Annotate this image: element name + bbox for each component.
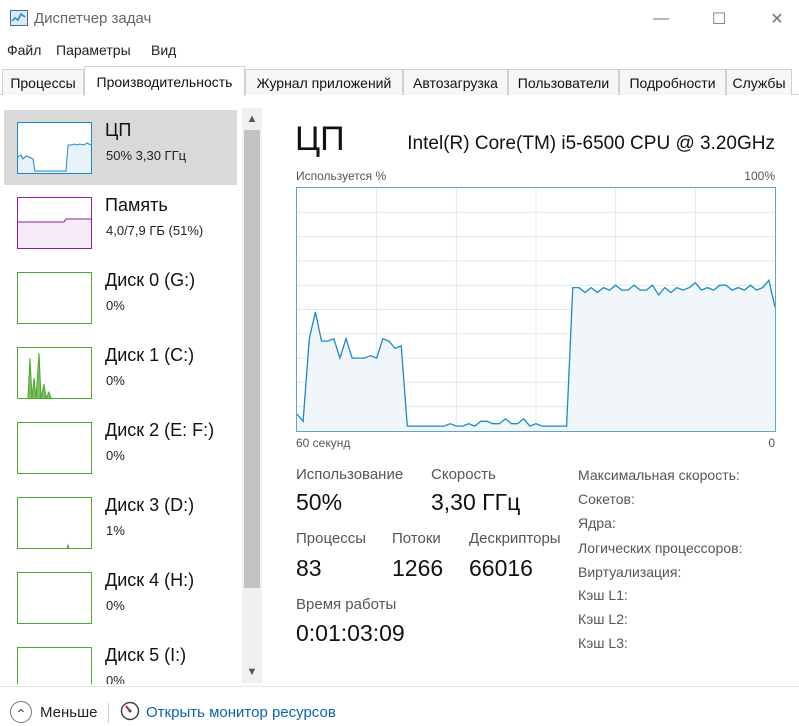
maximize-button[interactable]: ☐ bbox=[689, 0, 749, 38]
sidebar-subtitle-disk2: 0% bbox=[106, 448, 125, 463]
tab-details[interactable]: Подробности bbox=[619, 69, 726, 95]
disk0-mini-graph bbox=[17, 272, 92, 324]
close-button[interactable]: ✕ bbox=[747, 0, 799, 38]
sidebar-title-memory: Память bbox=[105, 195, 168, 215]
disk4-mini-graph bbox=[17, 572, 92, 624]
threads-label: Потоки bbox=[392, 530, 441, 547]
tab-performance[interactable]: Производительность bbox=[84, 66, 245, 96]
spec-logical-processors: Логических процессоров: bbox=[578, 540, 743, 556]
disk1-mini-graph bbox=[17, 347, 92, 400]
sidebar-title-disk0: Диск 0 (G:) bbox=[105, 270, 196, 290]
sidebar-item-disk2[interactable]: Диск 2 (E: F:) 0% bbox=[4, 410, 237, 485]
speed-label: Скорость bbox=[431, 466, 496, 483]
chevron-up-icon: ⌃ bbox=[15, 706, 27, 722]
graph-label: Используется % bbox=[296, 169, 387, 183]
tab-users[interactable]: Пользователи bbox=[508, 69, 619, 95]
sidebar-title-disk1: Диск 1 (C:) bbox=[105, 345, 195, 365]
sidebar-title-disk2: Диск 2 (E: F:) bbox=[105, 420, 215, 440]
disk5-mini-graph bbox=[17, 647, 92, 684]
sidebar-subtitle-disk3: 1% bbox=[106, 523, 125, 538]
fewer-details-icon[interactable]: ⌃ bbox=[10, 701, 32, 723]
scroll-down-arrow-icon[interactable]: ▼ bbox=[242, 661, 262, 683]
tab-processes[interactable]: Процессы bbox=[2, 69, 84, 95]
sidebar-subtitle-memory: 4,0/7,9 ГБ (51%) bbox=[106, 223, 204, 238]
open-resource-monitor-link[interactable]: Открыть монитор ресурсов bbox=[146, 704, 336, 721]
sidebar-subtitle-disk5: 0% bbox=[106, 673, 125, 684]
graph-max-label: 100% bbox=[744, 169, 775, 183]
sidebar-item-disk5[interactable]: Диск 5 (I:) 0% bbox=[4, 635, 237, 684]
graph-axis-right: 0 bbox=[768, 436, 775, 450]
sidebar-title-disk3: Диск 3 (D:) bbox=[105, 495, 195, 515]
menu-view[interactable]: Вид bbox=[151, 42, 176, 58]
resource-list: ЦП 50% 3,30 ГГц Память 4,0/7,9 ГБ (51%) … bbox=[0, 96, 264, 684]
cpu-usage-chart bbox=[296, 188, 776, 431]
page-title: ЦП bbox=[295, 120, 345, 158]
usage-value: 50% bbox=[296, 489, 343, 515]
sidebar-title-disk4: Диск 4 (H:) bbox=[105, 570, 195, 590]
cpu-model-name: Intel(R) Core(TM) i5-6500 CPU @ 3.20GHz bbox=[407, 133, 775, 154]
speed-value: 3,30 ГГц bbox=[431, 489, 521, 515]
sidebar-scrollbar[interactable]: ▲ ▼ bbox=[242, 108, 262, 683]
footer-divider bbox=[108, 703, 109, 723]
spec-l1-cache: Кэш L1: bbox=[578, 587, 628, 603]
spec-cores: Ядра: bbox=[578, 515, 616, 531]
sidebar-item-disk3[interactable]: Диск 3 (D:) 1% bbox=[4, 485, 237, 560]
tab-strip: Процессы Производительность Журнал прило… bbox=[0, 66, 799, 96]
sidebar-subtitle-cpu: 50% 3,30 ГГц bbox=[106, 148, 187, 163]
cpu-usage-graph bbox=[296, 187, 776, 432]
sidebar-title-disk5: Диск 5 (I:) bbox=[105, 645, 187, 665]
footer-bar: ⌃ Меньше Открыть монитор ресурсов bbox=[0, 686, 799, 726]
scroll-thumb[interactable] bbox=[244, 130, 260, 588]
fewer-details-button[interactable]: Меньше bbox=[40, 704, 97, 721]
resource-monitor-icon bbox=[120, 701, 140, 721]
tab-startup[interactable]: Автозагрузка bbox=[403, 69, 508, 95]
handles-value: 66016 bbox=[469, 555, 533, 581]
task-manager-icon bbox=[10, 10, 28, 26]
menu-file[interactable]: Файл bbox=[7, 42, 41, 58]
menu-options[interactable]: Параметры bbox=[56, 42, 131, 58]
uptime-label: Время работы bbox=[296, 596, 397, 613]
spec-l2-cache: Кэш L2: bbox=[578, 611, 628, 627]
spec-sockets: Сокетов: bbox=[578, 491, 635, 507]
scroll-up-arrow-icon[interactable]: ▲ bbox=[242, 108, 262, 130]
cpu-mini-graph bbox=[17, 122, 92, 174]
disk3-mini-graph bbox=[17, 497, 92, 549]
sidebar-item-disk1[interactable]: Диск 1 (C:) 0% bbox=[4, 335, 237, 410]
sidebar-item-disk0[interactable]: Диск 0 (G:) 0% bbox=[4, 260, 237, 335]
graph-axis-left: 60 секунд bbox=[296, 436, 351, 450]
spec-virtualization: Виртуализация: bbox=[578, 564, 682, 580]
title-bar: Диспетчер задач — ☐ ✕ bbox=[0, 0, 799, 38]
window-title: Диспетчер задач bbox=[34, 10, 152, 27]
spec-l3-cache: Кэш L3: bbox=[578, 635, 628, 651]
uptime-value: 0:01:03:09 bbox=[296, 620, 405, 646]
processes-value: 83 bbox=[296, 555, 322, 581]
spec-max-speed: Максимальная скорость: bbox=[578, 467, 740, 483]
sidebar-item-cpu[interactable]: ЦП 50% 3,30 ГГц bbox=[4, 110, 237, 185]
sidebar-item-memory[interactable]: Память 4,0/7,9 ГБ (51%) bbox=[4, 185, 237, 260]
menu-bar: Файл Параметры Вид bbox=[0, 40, 799, 62]
processes-label: Процессы bbox=[296, 530, 367, 547]
usage-label: Использование bbox=[296, 466, 404, 483]
sidebar-subtitle-disk4: 0% bbox=[106, 598, 125, 613]
sidebar-subtitle-disk0: 0% bbox=[106, 298, 125, 313]
sidebar-subtitle-disk1: 0% bbox=[106, 373, 125, 388]
threads-value: 1266 bbox=[392, 555, 444, 581]
memory-mini-graph bbox=[17, 197, 92, 249]
minimize-button[interactable]: — bbox=[631, 0, 691, 38]
tab-services[interactable]: Службы bbox=[726, 69, 792, 95]
disk2-mini-graph bbox=[17, 422, 92, 474]
tab-app-history[interactable]: Журнал приложений bbox=[245, 69, 403, 95]
sidebar-item-disk4[interactable]: Диск 4 (H:) 0% bbox=[4, 560, 237, 635]
handles-label: Дескрипторы bbox=[469, 530, 561, 547]
sidebar-title-cpu: ЦП bbox=[105, 120, 132, 140]
